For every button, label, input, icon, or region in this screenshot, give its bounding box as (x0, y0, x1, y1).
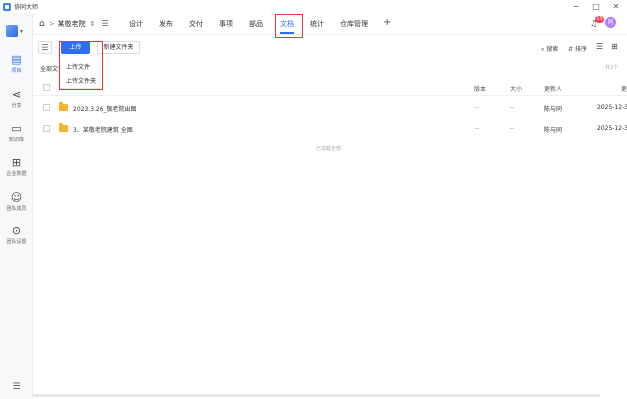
sidebar-item-team[interactable]: ☺ 团队成员 (0, 191, 33, 213)
sidebar-toggle-button[interactable]: ☰ (38, 41, 52, 54)
sidebar-item-share[interactable]: ⋖ 分享 (0, 88, 33, 110)
tab-tasks[interactable]: 事项 (219, 19, 233, 29)
title-bar: 协同大师 − □ ✕ (0, 0, 627, 13)
file-version: -- (475, 104, 480, 111)
app-logo-icon (3, 2, 11, 11)
horizontal-scrollbar[interactable] (33, 394, 600, 397)
sort-icon: ⇵ (568, 46, 574, 53)
search-label: 搜索 (546, 46, 559, 53)
column-size[interactable]: 大小 (510, 84, 522, 93)
row-checkbox[interactable] (43, 104, 50, 111)
file-version: -- (475, 125, 480, 132)
folder-icon (59, 102, 68, 111)
sidebar-item-label: 项目 (11, 68, 22, 74)
search-button[interactable]: ⌕ 搜索 (541, 44, 558, 54)
sidebar-item-knowledge[interactable]: ▭ 知识库 (0, 122, 33, 144)
new-folder-button[interactable]: 新建文件夹 (97, 41, 140, 54)
search-icon: ⌕ (541, 46, 545, 53)
tab-design[interactable]: 设计 (129, 19, 143, 29)
add-tab-button[interactable]: + (383, 17, 391, 28)
top-nav: ⌂ > 某敬老院 ⇕ ☰ 设计 发布 交付 事项 部品 文档 统计 仓库管理 +… (33, 13, 627, 35)
left-sidebar: ▾ ▤ 项目 ⋖ 分享 ▭ 知识库 ⊞ 企业数据 ☺ 团队成员 ⊙ 团队设置 ☰ (0, 13, 33, 399)
sidebar-item-project[interactable]: ▤ 项目 (0, 53, 33, 75)
table-row[interactable]: 2023.3.26_敬老院出图 -- -- 陈与同 2025-12-3 (33, 97, 627, 119)
sort-button[interactable]: ⇵ 排序 (568, 44, 587, 53)
sidebar-item-settings[interactable]: ⊙ 团队设置 (0, 224, 33, 246)
sidebar-item-label: 知识库 (8, 137, 24, 143)
tab-warehouse[interactable]: 仓库管理 (340, 19, 368, 29)
sidebar-item-enterprise[interactable]: ⊞ 企业数据 (0, 156, 33, 178)
file-size: -- (510, 125, 515, 132)
total-count: 共2个 (605, 65, 619, 71)
settings-icon: ⊙ (11, 224, 22, 237)
row-checkbox[interactable] (43, 125, 50, 132)
file-name[interactable]: 2023.3.26_敬老院出图 (73, 104, 137, 113)
close-button[interactable]: ✕ (609, 1, 623, 12)
tab-statistics[interactable]: 统计 (310, 19, 324, 29)
sidebar-item-label: 企业数据 (6, 171, 27, 177)
sidebar-item-label: 团队设置 (6, 239, 27, 245)
tab-components[interactable]: 部品 (249, 19, 263, 29)
user-avatar[interactable]: 同 (605, 17, 616, 28)
table-header: 版本 大小 更新人 更 (33, 78, 627, 96)
file-updater: 陈与同 (544, 127, 563, 134)
grid-view-icon[interactable]: ⊞ (611, 42, 618, 51)
apps-icon: ⊞ (11, 156, 22, 169)
file-size: -- (510, 104, 515, 111)
sidebar-item-label: 分享 (11, 103, 22, 109)
table-row[interactable]: 3、某敬老院建筑 全图 -- -- 陈与同 2025-12-3 (33, 118, 627, 140)
project-name[interactable]: 某敬老院 (58, 19, 86, 29)
sort-label: 排序 (574, 46, 587, 53)
file-updater: 陈与同 (544, 106, 563, 113)
breadcrumb-separator: > (48, 19, 55, 28)
column-updater[interactable]: 更新人 (544, 84, 562, 93)
column-version[interactable]: 版本 (474, 84, 486, 93)
column-updated[interactable]: 更 (621, 84, 627, 93)
home-icon[interactable]: ⌂ (39, 19, 45, 29)
team-avatar (6, 25, 18, 37)
chevron-down-icon: ▾ (20, 27, 24, 35)
grid-icon: ▤ (11, 53, 22, 66)
sidebar-item-label: 团队成员 (6, 206, 27, 212)
file-name[interactable]: 3、某敬老院建筑 全图 (73, 125, 133, 134)
loaded-all-text: 已加载全部 (316, 146, 342, 152)
minimize-button[interactable]: − (569, 1, 583, 12)
file-updated: 2025-12-3 (597, 104, 627, 111)
file-updated: 2025-12-3 (597, 125, 627, 132)
book-icon: ▭ (11, 122, 22, 135)
app-title: 协同大师 (14, 4, 39, 11)
list-view-icon[interactable]: ☰ (596, 42, 603, 51)
select-all-checkbox[interactable] (43, 84, 50, 91)
tab-deliver[interactable]: 交付 (189, 19, 203, 29)
share-icon: ⋖ (11, 88, 22, 101)
maximize-button[interactable]: □ (589, 1, 603, 12)
tab-publish[interactable]: 发布 (159, 19, 173, 29)
collapse-menu-icon[interactable]: ☰ (0, 382, 33, 392)
notification-badge: 15 (595, 16, 604, 23)
team-switcher[interactable]: ▾ (6, 25, 23, 37)
project-menu-icon[interactable]: ☰ (101, 19, 108, 28)
folder-icon (59, 123, 68, 132)
tab-highlight-box (275, 14, 303, 38)
team-icon: ☺ (10, 191, 23, 204)
project-switch-icon[interactable]: ⇕ (90, 20, 96, 28)
